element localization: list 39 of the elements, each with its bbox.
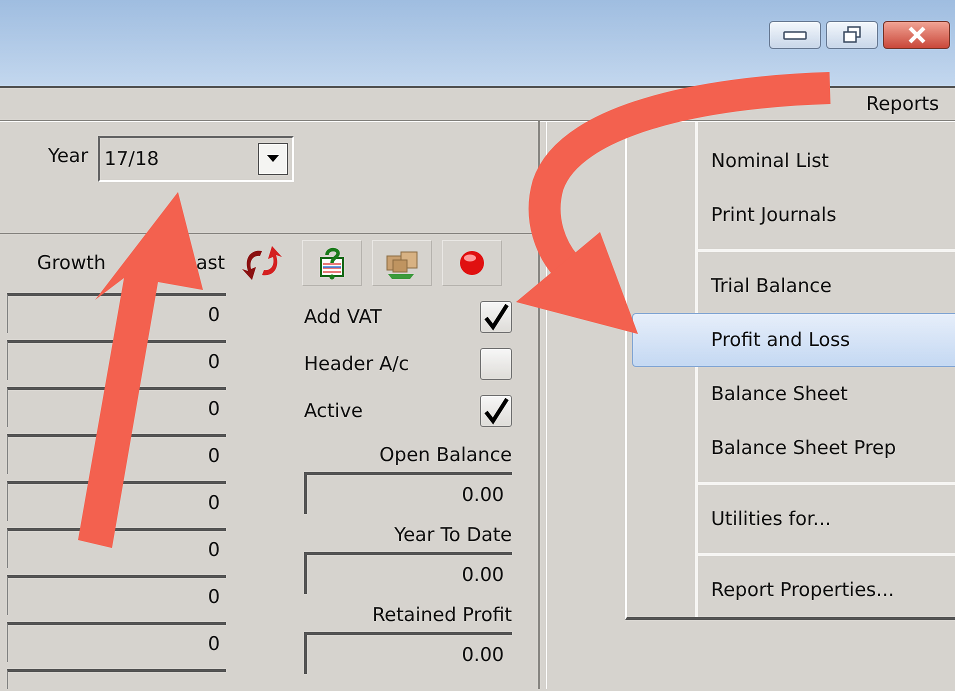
toolbar-button[interactable]	[372, 240, 432, 286]
field-label: Retained Profit	[371, 603, 512, 628]
year-dropdown[interactable]: 17/18	[98, 136, 294, 182]
toolbar-button[interactable]	[442, 240, 502, 286]
close-button[interactable]	[883, 21, 950, 49]
help-list-icon	[317, 246, 347, 280]
checkbox[interactable]	[480, 300, 512, 332]
restore-icon	[841, 25, 863, 45]
menu-item[interactable]: Report Properties...	[632, 563, 955, 617]
column-header: ast	[195, 252, 225, 274]
dropdown-arrow-icon	[267, 155, 280, 163]
forecast-field[interactable]: 0	[7, 528, 226, 568]
balance-field[interactable]: 0.00	[304, 632, 512, 674]
menu-item[interactable]: Trial Balance	[632, 259, 955, 313]
balance-field[interactable]: 0.00	[304, 552, 512, 594]
menu-item[interactable]: Utilities for...	[632, 492, 955, 546]
field-label: Open Balance	[378, 443, 512, 468]
menu-item[interactable]: Nominal List	[632, 134, 955, 188]
forecast-field[interactable]: 0	[7, 622, 226, 662]
minimize-button[interactable]	[769, 21, 821, 49]
year-label: Year	[48, 145, 88, 167]
menu-item[interactable]: Print Journals	[632, 188, 955, 242]
refresh-icon[interactable]	[240, 245, 284, 282]
checkbox[interactable]	[480, 348, 512, 380]
checkbox[interactable]	[480, 394, 512, 426]
menu-item[interactable]: Balance Sheet	[632, 367, 955, 421]
checkbox-label: Active	[304, 400, 363, 422]
restore-button[interactable]	[826, 21, 878, 49]
checkbox-label: Header A/c	[304, 352, 410, 374]
forecast-field[interactable]: 0	[7, 575, 226, 615]
toolbar-button[interactable]	[302, 240, 362, 286]
menu-item[interactable]: Balance Sheet Prep	[632, 421, 955, 475]
checkbox-label: Add VAT	[304, 306, 382, 328]
minimize-icon	[782, 29, 808, 41]
menu-item[interactable]: Profit and Loss	[632, 313, 955, 367]
balance-field[interactable]: 0.00	[304, 472, 512, 514]
menu-item[interactable]: Reports	[864, 91, 941, 117]
column-header: Growth	[36, 252, 107, 274]
field-label: Year To Date	[393, 523, 512, 548]
